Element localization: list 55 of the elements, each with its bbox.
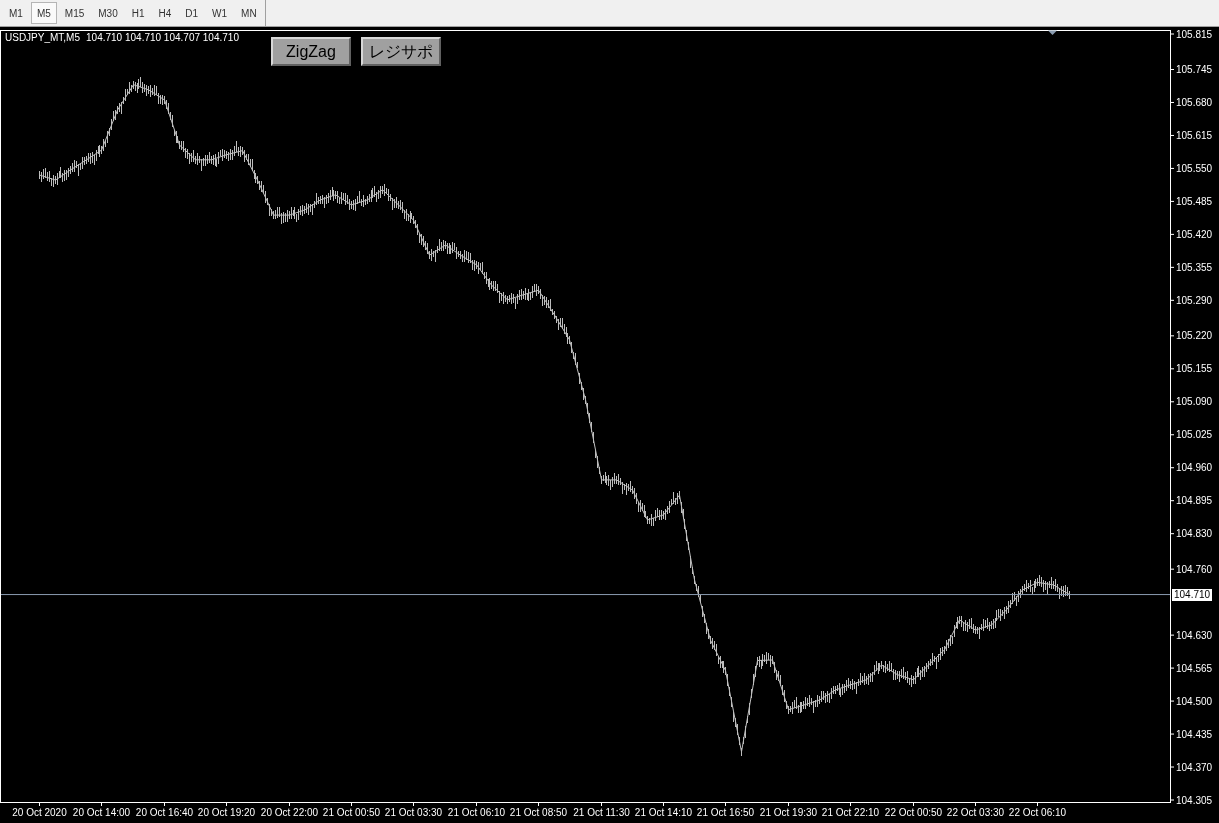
- shift-marker-icon[interactable]: [1048, 30, 1057, 35]
- current-price-label: 104.710: [1172, 588, 1213, 601]
- price-axis-label: 105.745: [1176, 64, 1213, 75]
- time-axis-label: 20 Oct 14:00: [72, 807, 131, 818]
- price-axis-label: 104.760: [1176, 563, 1213, 575]
- price-axis-label: 105.355: [1176, 261, 1213, 273]
- timeframe-tab[interactable]: MN: [235, 2, 263, 24]
- price-axis-label: 105.420: [1176, 228, 1213, 240]
- timeframe-tab[interactable]: D1: [179, 2, 205, 24]
- indicator-button[interactable]: レジサポ: [361, 37, 441, 66]
- price-axis-label: 105.220: [1176, 330, 1213, 342]
- price-axis-label: 104.370: [1176, 761, 1213, 773]
- timeframe-tab[interactable]: H4: [152, 2, 178, 24]
- time-axis-label: 21 Oct 16:50: [696, 807, 755, 818]
- price-axis-label: 105.615: [1176, 129, 1213, 141]
- time-axis-label: 21 Oct 14:10: [634, 807, 693, 818]
- symbol-label: USDJPY_MT,M5: [5, 32, 80, 44]
- time-axis-label: 21 Oct 00:50: [322, 807, 381, 818]
- price-axis-label: 104.305: [1176, 794, 1213, 806]
- timeframe-tab[interactable]: W1: [206, 2, 234, 24]
- price-axis-label: 105.155: [1176, 363, 1213, 375]
- price-axis-label: 104.830: [1176, 528, 1213, 540]
- price-axis-label: 105.290: [1176, 294, 1213, 306]
- timeframe-tab[interactable]: M15: [58, 2, 91, 24]
- price-axis-label: 104.960: [1176, 462, 1213, 474]
- price-axis-label: 104.895: [1176, 495, 1213, 507]
- time-axis-label: 21 Oct 22:10: [821, 807, 880, 818]
- time-axis-label: 22 Oct 00:50: [884, 807, 943, 818]
- time-axis-label: 22 Oct 06:10: [1008, 807, 1067, 818]
- timeframe-tab[interactable]: M1: [3, 2, 29, 24]
- price-axis-label: 104.630: [1176, 629, 1213, 641]
- time-axis-label: 21 Oct 06:10: [447, 807, 506, 818]
- time-axis-label: 22 Oct 03:30: [946, 807, 1005, 818]
- timeframe-tab[interactable]: H1: [125, 2, 151, 24]
- price-axis-label: 105.090: [1176, 396, 1213, 408]
- timeframe-tab[interactable]: M5: [30, 2, 57, 24]
- time-axis-label: 20 Oct 16:40: [135, 807, 194, 818]
- quote-values: 104.710 104.710 104.707 104.710: [86, 32, 239, 44]
- time-axis-label: 21 Oct 08:50: [509, 807, 568, 818]
- price-axis-label: 105.550: [1176, 162, 1213, 174]
- price-axis-label: 105.485: [1176, 195, 1213, 207]
- time-axis-label: 21 Oct 03:30: [384, 807, 443, 818]
- timeframe-tab[interactable]: M30: [92, 2, 124, 24]
- price-axis-label: 105.815: [1176, 28, 1213, 40]
- time-axis-label: 20 Oct 22:00: [260, 807, 319, 818]
- time-axis-label: 20 Oct 2020: [12, 807, 67, 818]
- time-axis-label: 20 Oct 19:20: [197, 807, 256, 818]
- price-axis-label: 104.500: [1176, 695, 1213, 707]
- price-axis-label: 104.565: [1176, 662, 1213, 674]
- price-axis-label: 104.435: [1176, 728, 1213, 740]
- price-axis-label: 105.025: [1176, 429, 1213, 441]
- price-axis-label: 105.680: [1176, 97, 1213, 108]
- time-axis-label: 21 Oct 19:30: [759, 807, 818, 818]
- time-axis-label: 21 Oct 11:30: [573, 807, 630, 818]
- indicator-button[interactable]: ZigZag: [271, 37, 351, 66]
